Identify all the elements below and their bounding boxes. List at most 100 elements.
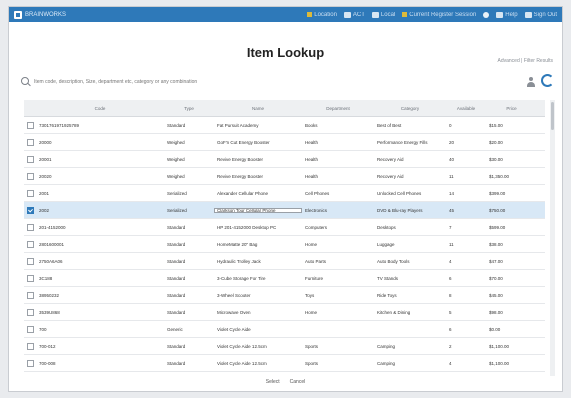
table-row[interactable]: 20020 Weighed Revive Energy Booster Health R… xyxy=(24,168,545,185)
toolbar-act-label: ACT xyxy=(352,11,365,18)
column-header-name[interactable]: Name xyxy=(214,106,302,111)
refresh-icon[interactable] xyxy=(541,73,554,87)
row-select-cell xyxy=(24,206,36,214)
row-select-cell xyxy=(24,359,36,367)
cell-type: Weighed xyxy=(167,139,185,145)
row-select-cell xyxy=(24,189,36,197)
table-row[interactable]: 2750A6A06 Standard Hydraulic Trolley Jack A… xyxy=(24,253,545,270)
table-row[interactable]: 7301761971925789 Standard Fat Pursuit Acad… xyxy=(24,117,545,134)
row-checkbox[interactable] xyxy=(26,155,34,163)
column-header-available[interactable]: Available xyxy=(446,106,486,111)
row-checkbox[interactable] xyxy=(26,274,34,282)
row-select-cell xyxy=(24,138,36,146)
cell-type: Standard xyxy=(167,275,186,281)
search-options-links[interactable]: Advanced | Filter Results xyxy=(498,58,554,64)
toolbar-alert[interactable] xyxy=(483,11,490,18)
table-row[interactable]: 20001 Weighed Revive Energy Booster Health R… xyxy=(24,151,545,168)
table-row[interactable]: 2002 Serialized Clarkson Tour Cellular Pho… xyxy=(24,202,545,219)
table-row[interactable]: 3539U868 Standard Microwave Oven Home Kitche… xyxy=(24,304,545,321)
toolbar-location-label: Location xyxy=(314,11,337,18)
cell-price: $399.00 xyxy=(489,190,506,196)
toolbar-local[interactable]: Local xyxy=(371,11,395,18)
row-checkbox[interactable] xyxy=(26,138,34,146)
table-header: Code Type Name Department Category Avail… xyxy=(24,100,545,117)
row-checkbox[interactable] xyxy=(26,308,34,316)
cell-price: $15.00 xyxy=(489,122,503,128)
row-checkbox[interactable] xyxy=(26,359,34,367)
column-header-code[interactable]: Code xyxy=(36,106,164,111)
toolbar-act[interactable]: ACT xyxy=(343,11,365,18)
toolbar-signout-label: Sign Out xyxy=(533,11,557,18)
column-header-type[interactable]: Type xyxy=(164,106,214,111)
cell-available: 11 xyxy=(449,173,454,179)
cell-department: Toys xyxy=(305,292,315,298)
cell-department: Home xyxy=(305,241,318,247)
cell-type: Standard xyxy=(167,258,186,264)
column-header-category[interactable]: Category xyxy=(374,106,446,111)
cell-type: Standard xyxy=(167,309,186,315)
row-select-cell xyxy=(24,121,36,129)
table-row[interactable]: 2801600001 Standard HomeMatte 20" Bag Home L… xyxy=(24,236,545,253)
row-checkbox[interactable] xyxy=(26,121,34,129)
cell-code: 2002 xyxy=(39,207,50,213)
cell-name: HP 201-4152000 Desktop PC xyxy=(217,224,277,230)
cell-price: $1,100.00 xyxy=(489,360,510,366)
cell-type: Standard xyxy=(167,360,186,366)
cell-category: Unlocked Cell Phones xyxy=(377,190,422,196)
row-checkbox[interactable] xyxy=(26,189,34,197)
table-row[interactable]: 20000 Weighed GoF'n Cut Energy Booster Heal… xyxy=(24,134,545,151)
row-checkbox[interactable] xyxy=(26,240,34,248)
row-checkbox[interactable] xyxy=(26,291,34,299)
cell-category: Auto Body Tools xyxy=(377,258,410,264)
toolbar-help[interactable]: Help xyxy=(496,11,518,18)
row-checkbox[interactable] xyxy=(26,172,34,180)
toolbar-sign-out[interactable]: Sign Out xyxy=(524,11,557,18)
cell-code: 20001 xyxy=(39,156,52,162)
column-header-department[interactable]: Department xyxy=(302,106,374,111)
cell-type: Standard xyxy=(167,241,186,247)
cell-name: Revive Energy Booster xyxy=(217,173,264,179)
cell-category: Performance Energy Fills xyxy=(377,139,428,145)
table-row[interactable]: 38950232 Standard 3-Wheel Scooter Toys Ride … xyxy=(24,287,545,304)
cell-department: Sports xyxy=(305,360,319,366)
cell-code: 2801600001 xyxy=(39,241,65,247)
scrollbar-thumb[interactable] xyxy=(551,102,554,130)
table-row[interactable]: 700-008 Standard Violet Cycle Aide 12.5cm S… xyxy=(24,355,545,372)
app-badge[interactable]: BRAINWORKS xyxy=(14,10,66,19)
cell-department: Cell Phones xyxy=(305,190,330,196)
cancel-button[interactable]: Cancel xyxy=(290,379,306,385)
cell-category: Recovery Aid xyxy=(377,156,404,162)
cell-price: $30.00 xyxy=(489,156,503,162)
signout-icon xyxy=(524,11,532,18)
row-checkbox[interactable] xyxy=(26,223,34,231)
table-row[interactable]: 201-4152000 Standard HP 201-4152000 Deskto… xyxy=(24,219,545,236)
table-row[interactable]: 3C188 Standard 3-Cube Storage For Tire Furn… xyxy=(24,270,545,287)
cell-available: 5 xyxy=(449,309,452,315)
row-checkbox[interactable] xyxy=(26,342,34,350)
cell-price: $1,350.00 xyxy=(489,173,510,179)
row-checkbox[interactable] xyxy=(26,206,34,214)
cell-available: 4 xyxy=(449,360,452,366)
user-icon[interactable] xyxy=(525,76,537,88)
table-row[interactable]: 700 Generic Violet Cycle Aide 6 $0.00 xyxy=(24,321,545,338)
cell-code: 20000 xyxy=(39,139,52,145)
page-title: Item Lookup xyxy=(246,45,325,60)
column-header-price[interactable]: Price xyxy=(486,106,537,111)
row-select-cell xyxy=(24,172,36,180)
select-button[interactable]: Select xyxy=(266,379,280,385)
toolbar-location[interactable]: Location xyxy=(307,12,337,18)
row-checkbox[interactable] xyxy=(26,257,34,265)
cell-code: 38950232 xyxy=(39,292,60,298)
row-checkbox[interactable] xyxy=(26,325,34,333)
toolbar-register-label: Current Register Session xyxy=(409,11,477,18)
cell-type: Generic xyxy=(167,326,183,332)
cell-price: $70.00 xyxy=(489,275,503,281)
cell-available: 7 xyxy=(449,224,452,230)
table-scrollbar[interactable] xyxy=(550,100,555,376)
table-row[interactable]: 700-012 Standard Violet Cycle Aide 12.5cm S… xyxy=(24,338,545,355)
cell-type: Standard xyxy=(167,343,186,349)
table-row[interactable]: 2001 Serialized Alexander Cellular Phone Ce… xyxy=(24,185,545,202)
cell-available: 8 xyxy=(449,292,452,298)
search-input[interactable] xyxy=(32,78,521,86)
toolbar-register-session[interactable]: Current Register Session xyxy=(402,12,476,18)
